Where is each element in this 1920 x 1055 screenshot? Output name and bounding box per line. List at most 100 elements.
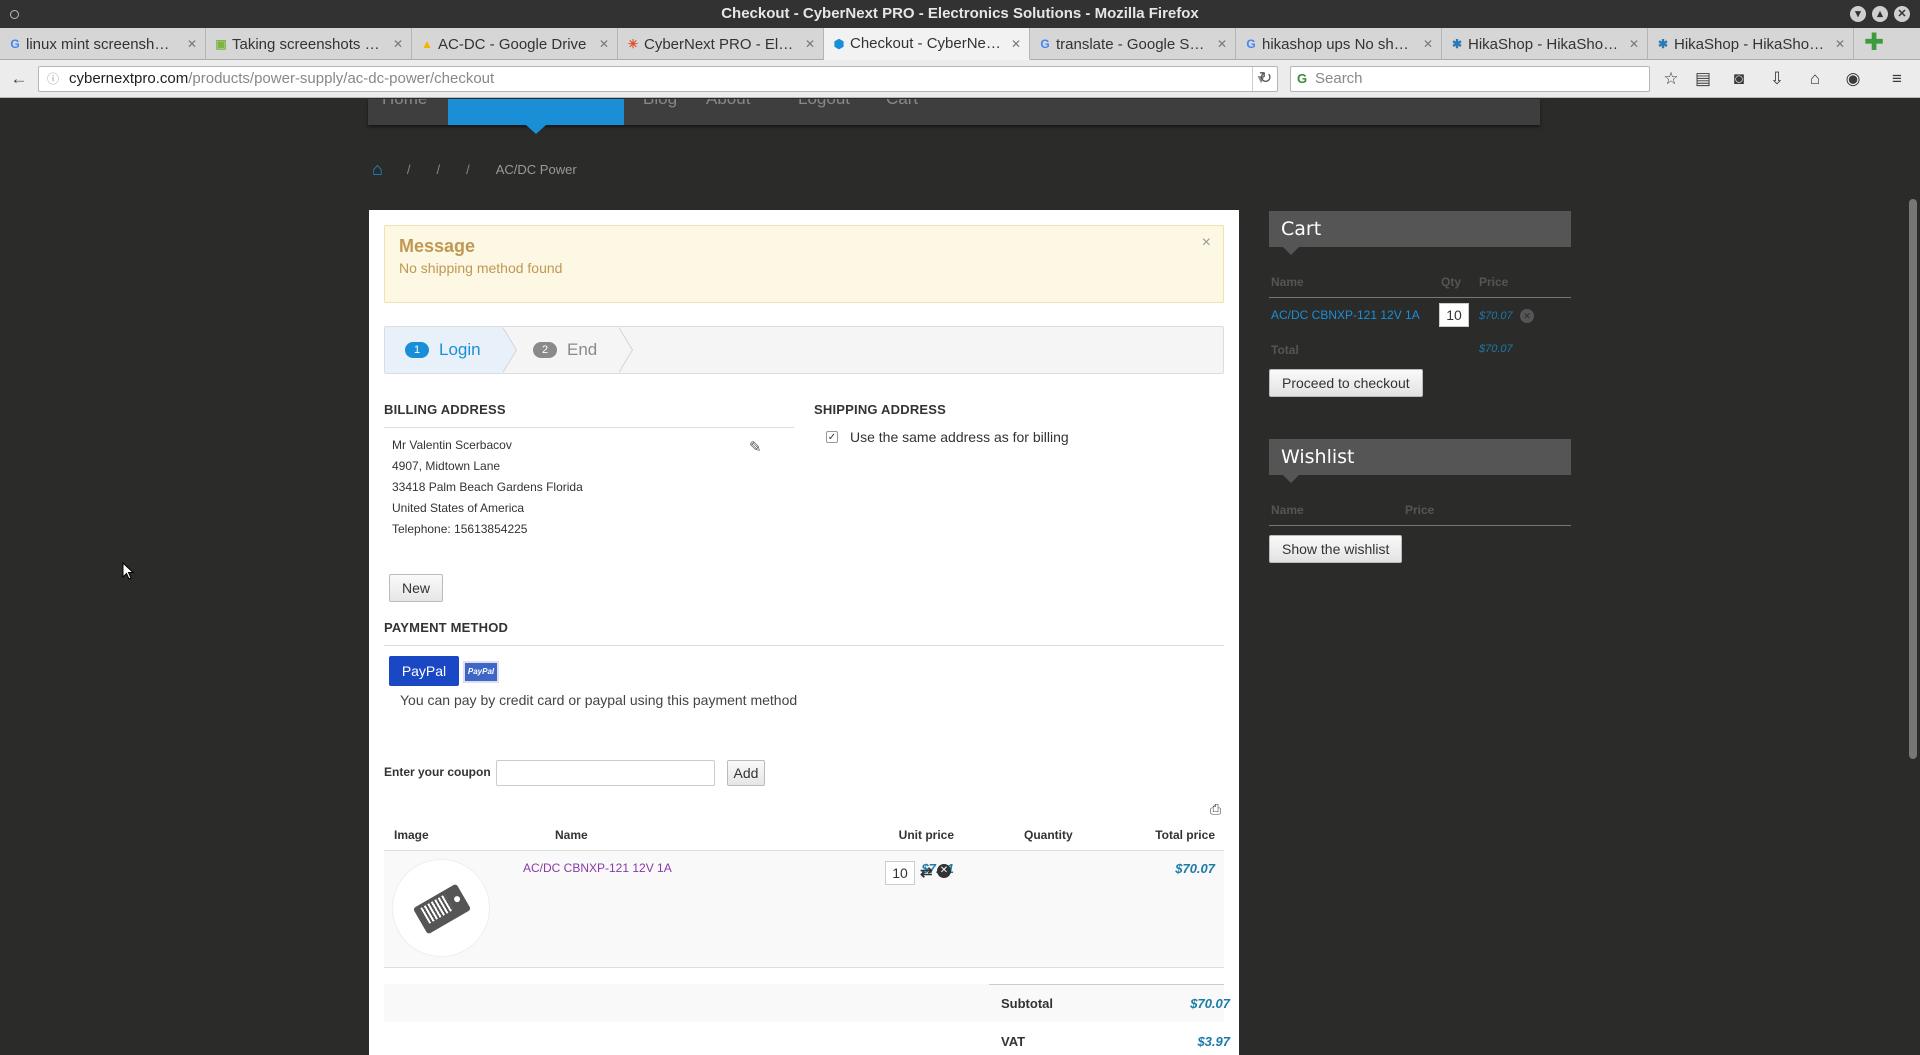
tab-close-icon[interactable]: ✕: [1423, 37, 1433, 51]
active-menu-arrow: [526, 125, 546, 134]
menu-item-cart[interactable]: Cart: [886, 99, 918, 109]
menu-item-logout[interactable]: Logout: [798, 99, 850, 109]
tab-close-icon[interactable]: ✕: [1011, 37, 1021, 51]
google-drive-icon: ▲: [421, 37, 433, 51]
tab-translate[interactable]: Gtranslate - Google S… ✕: [1030, 28, 1236, 60]
tab-hikashop-1[interactable]: ✱ HikaShop - HikaSho… ✕: [1442, 28, 1648, 60]
payment-heading: PAYMENT METHOD: [384, 620, 509, 635]
col-header-unit-price: Unit price: [898, 828, 954, 842]
tab-close-icon[interactable]: ✕: [187, 37, 197, 51]
menu-item-home[interactable]: Home: [382, 99, 427, 109]
hikashop-icon: ✱: [1657, 37, 1669, 51]
tab-close-icon[interactable]: ✕: [805, 37, 815, 51]
payment-note: You can pay by credit card or paypal usi…: [400, 692, 798, 708]
divider: [384, 427, 794, 428]
print-icon[interactable]: ⎙: [1210, 801, 1221, 818]
coupon-input[interactable]: [496, 760, 715, 786]
maximize-icon[interactable]: ▴: [1872, 6, 1888, 22]
paypal-logo: PayPal: [463, 661, 499, 683]
tab-close-icon[interactable]: ✕: [1629, 37, 1639, 51]
tab-hikashop-ups[interactable]: Ghikashop ups No sh… ✕: [1236, 28, 1442, 60]
page-scrollbar[interactable]: [1906, 99, 1920, 1055]
pocket-icon[interactable]: ◙: [1728, 68, 1750, 90]
remove-item-icon[interactable]: ✕: [937, 864, 951, 878]
divider: [1269, 297, 1571, 298]
home-icon[interactable]: ⌂: [1804, 68, 1826, 90]
show-wishlist-button[interactable]: Show the wishlist: [1269, 535, 1403, 563]
same-address-label: Use the same address as for billing: [850, 429, 1069, 445]
url-bar[interactable]: ⓘ cybernextpro.com/products/power-supply…: [38, 66, 1278, 92]
wishlist-title: Wishlist: [1269, 439, 1571, 483]
site-icon: ⬢: [833, 37, 845, 51]
product-name-link[interactable]: AC/DC CBNXP-121 12V 1A: [523, 861, 672, 875]
billing-heading: BILLING ADDRESS: [384, 402, 506, 417]
tab-close-icon[interactable]: ✕: [1835, 37, 1845, 51]
menu-item-blog[interactable]: Blog: [643, 99, 677, 109]
edit-pencil-icon[interactable]: ✎: [749, 438, 762, 456]
home-icon[interactable]: ⌂: [372, 159, 383, 180]
search-input[interactable]: G Search: [1290, 66, 1650, 92]
site-info-icon[interactable]: ⓘ: [47, 67, 59, 91]
chat-icon[interactable]: ◉: [1842, 68, 1864, 90]
step-end[interactable]: 2 End: [521, 327, 597, 373]
tab-hikashop-2[interactable]: ✱ HikaShop - HikaSho… ✕: [1648, 28, 1854, 60]
google-icon: G: [1040, 37, 1050, 51]
tab-checkout[interactable]: ⬢ Checkout - CyberNe… ✕: [824, 28, 1030, 60]
breadcrumb-separator: /: [466, 161, 470, 177]
subtotal-label: Subtotal: [1001, 996, 1053, 1011]
navigation-toolbar: ← ⓘ cybernextpro.com/products/power-supp…: [0, 60, 1920, 98]
menu-item-shop-products[interactable]: [448, 99, 624, 125]
tab-cybernext-pro[interactable]: ✳ CyberNext PRO - El… ✕: [618, 28, 824, 60]
paypal-button[interactable]: PayPal: [389, 656, 459, 686]
reload-icon[interactable]: ↻: [1252, 67, 1278, 91]
tab-linux-mint-screenshot[interactable]: Glinux mint screensh… ✕: [0, 28, 206, 60]
wishlist-col-price: Price: [1405, 503, 1435, 517]
new-address-button[interactable]: New: [389, 574, 443, 602]
refresh-quantity-icon[interactable]: ⇄: [920, 863, 933, 881]
same-address-option[interactable]: ✓ Use the same address as for billing: [826, 429, 1069, 445]
site-menu-bar: Home Blog About Logout Cart: [368, 99, 1540, 134]
tab-close-icon[interactable]: ✕: [599, 37, 609, 51]
shipping-heading: SHIPPING ADDRESS: [814, 402, 947, 417]
divider: [989, 984, 1224, 985]
billing-line: 33418 Palm Beach Gardens Florida: [392, 480, 583, 494]
minimize-icon[interactable]: ▾: [1850, 6, 1866, 22]
tab-bar: Glinux mint screensh… ✕ ▣ Taking screensho…: [0, 28, 1920, 60]
cart-col-name: Name: [1271, 275, 1304, 289]
tab-taking-screenshots[interactable]: ▣ Taking screenshots … ✕: [206, 28, 412, 60]
tab-close-icon[interactable]: ✕: [393, 37, 403, 51]
cart-title: Cart: [1269, 211, 1571, 255]
step-login[interactable]: 1 Login: [385, 327, 503, 373]
menu-icon[interactable]: ≡: [1886, 68, 1908, 90]
cart-remove-icon[interactable]: ✕: [1520, 309, 1534, 323]
subtotal-row: Subtotal $70.07: [384, 984, 1230, 1022]
add-coupon-button[interactable]: Add: [727, 760, 765, 786]
cart-item-link[interactable]: AC/DC CBNXP-121 12V 1A: [1271, 308, 1420, 322]
same-address-checkbox[interactable]: ✓: [826, 431, 838, 443]
divider: [1269, 525, 1571, 526]
window-title: Checkout - CyberNext PRO - Electronics S…: [721, 5, 1199, 22]
scrollbar-thumb[interactable]: [1909, 199, 1917, 759]
hikashop-icon: ✱: [1451, 37, 1463, 51]
new-tab-button[interactable]: ✚: [1854, 28, 1894, 60]
reading-list-icon[interactable]: ▤: [1692, 68, 1714, 90]
tab-close-icon[interactable]: ✕: [1217, 37, 1227, 51]
page-viewport: Home Blog About Logout Cart ⌂ / / / AC/D…: [0, 99, 1920, 1055]
proceed-to-checkout-button[interactable]: Proceed to checkout: [1269, 369, 1423, 397]
menu-item-about[interactable]: About: [706, 99, 750, 109]
window-menu-icon[interactable]: [10, 10, 19, 19]
bookmark-star-icon[interactable]: ☆: [1660, 68, 1682, 90]
back-arrow-icon[interactable]: ←: [8, 68, 30, 90]
breadcrumb: ⌂ / / / AC/DC Power: [372, 159, 577, 179]
tab-google-drive[interactable]: ▲ AC-DC - Google Drive ✕: [412, 28, 618, 60]
cart-qty-input[interactable]: 10: [1439, 303, 1469, 327]
col-header-image: Image: [394, 828, 429, 842]
message-close-icon[interactable]: ×: [1202, 234, 1211, 252]
joomla-icon: ✳: [627, 37, 639, 51]
downloads-icon[interactable]: ⇩: [1766, 68, 1788, 90]
product-image[interactable]: [392, 859, 490, 957]
quantity-input[interactable]: 10: [885, 861, 915, 885]
close-icon[interactable]: ✕: [1894, 6, 1910, 22]
step-chevron: [618, 327, 632, 373]
message-alert: Message No shipping method found ×: [384, 225, 1224, 303]
